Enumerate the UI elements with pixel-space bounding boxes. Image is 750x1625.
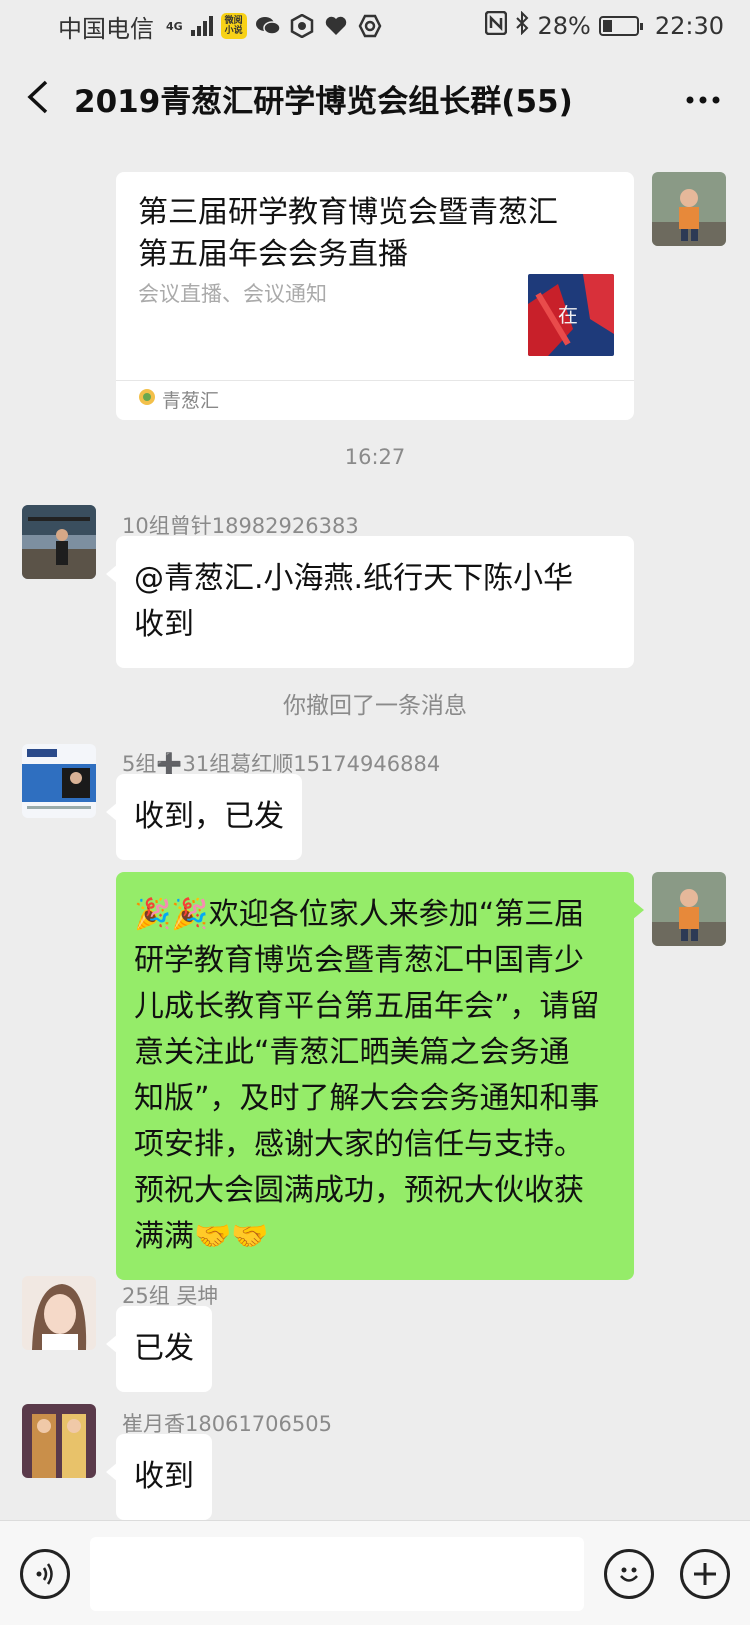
message-bubble[interactable]: 已发 — [106, 1306, 212, 1392]
input-bar — [0, 1520, 750, 1625]
message-bubble[interactable]: @青葱汇.小海燕.纸行天下陈小华 收到 — [106, 536, 634, 668]
carrier-label: 中国电信 — [58, 14, 154, 43]
my-message-bubble[interactable]: 🎉🎉欢迎各位家人来参加“第三届 研学教育博览会暨青葱汇中国青少 儿成长教育平台第… — [116, 872, 644, 1280]
avatar[interactable] — [22, 1276, 96, 1350]
avatar[interactable] — [22, 1404, 96, 1478]
card-divider — [116, 380, 634, 381]
recall-notice: 你撤回了一条消息 — [283, 693, 467, 719]
novel-app-icon: 微阅小说 — [220, 13, 247, 39]
status-bar: 中国电信 4G 微阅小说 28% 22:30 — [0, 0, 750, 52]
chat-title: 2019青葱汇研学博览会组长群(55) — [74, 84, 573, 120]
my-avatar[interactable] — [652, 872, 726, 946]
avatar[interactable] — [22, 505, 96, 579]
article-card[interactable]: 第三届研学教育博览会暨青葱汇第五届年会会务直播 会议直播、会议通知 在 青葱汇 — [116, 172, 634, 420]
svg-text:在: 在 — [558, 303, 578, 327]
more-options-icon[interactable] — [686, 78, 720, 108]
card-source: 青葱汇 — [138, 386, 219, 413]
battery-icon — [598, 16, 643, 36]
my-avatar[interactable] — [652, 172, 726, 246]
bluetooth-icon — [515, 10, 529, 41]
message-list[interactable]: 第三届研学教育博览会暨青葱汇第五届年会会务直播 会议直播、会议通知 在 青葱汇 … — [0, 140, 750, 1520]
back-icon[interactable] — [26, 80, 56, 114]
message-input[interactable] — [90, 1537, 584, 1611]
heart-app-icon — [323, 13, 349, 39]
avatar[interactable] — [22, 744, 96, 818]
emoji-icon[interactable] — [604, 1549, 654, 1599]
card-description: 会议直播、会议通知 — [138, 282, 327, 306]
message-bubble[interactable]: 收到 — [106, 1434, 212, 1520]
app-hex-icon — [289, 13, 315, 39]
card-thumbnail: 在 — [528, 274, 614, 356]
camera-app-icon — [357, 13, 383, 39]
clock: 22:30 — [654, 12, 724, 40]
add-icon[interactable] — [680, 1549, 730, 1599]
nfc-icon — [485, 10, 508, 41]
signal-icon — [190, 16, 213, 36]
network-type: 4G — [166, 19, 183, 33]
battery-percent: 28% — [537, 12, 591, 40]
timestamp: 16:27 — [344, 445, 406, 469]
wechat-icon — [255, 13, 281, 39]
message-bubble[interactable]: 收到，已发 — [106, 774, 302, 860]
source-logo-icon — [138, 388, 156, 411]
voice-icon[interactable] — [20, 1549, 70, 1599]
card-title: 第三届研学教育博览会暨青葱汇第五届年会会务直播 — [138, 195, 558, 272]
chat-header: 2019青葱汇研学博览会组长群(55) — [0, 52, 750, 140]
